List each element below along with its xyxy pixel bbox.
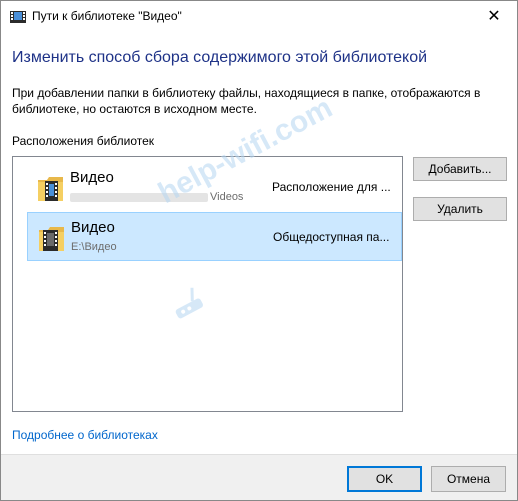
- title-bar[interactable]: Пути к библиотеке "Видео" ✕: [1, 1, 517, 31]
- close-icon: ✕: [487, 8, 501, 25]
- cancel-button[interactable]: Отмена: [431, 466, 506, 492]
- location-name: Видео: [71, 219, 115, 236]
- library-locations-list[interactable]: Видео Videos Расположение для ... Видео …: [12, 156, 403, 412]
- ok-button[interactable]: OK: [347, 466, 422, 492]
- close-button[interactable]: ✕: [471, 1, 517, 31]
- location-path: Videos: [70, 191, 243, 203]
- add-button[interactable]: Добавить...: [413, 157, 507, 181]
- list-item-videos-user[interactable]: Видео Videos Расположение для ...: [27, 163, 402, 212]
- public-video-folder-icon: [39, 227, 64, 251]
- window-title: Пути к библиотеке "Видео": [32, 9, 182, 23]
- locations-label: Расположения библиотек: [12, 134, 155, 148]
- location-status: Общедоступная па...: [273, 230, 390, 244]
- dialog-window: Пути к библиотеке "Видео" ✕ Изменить спо…: [0, 0, 518, 501]
- location-path: E:\Видео: [71, 241, 117, 253]
- video-library-icon: [10, 11, 26, 23]
- location-status: Расположение для ...: [272, 180, 391, 194]
- location-name: Видео: [70, 169, 114, 186]
- remove-button[interactable]: Удалить: [413, 197, 507, 221]
- learn-more-link[interactable]: Подробнее о библиотеках: [12, 428, 158, 442]
- list-item-videos-public[interactable]: Видео E:\Видео Общедоступная па...: [27, 212, 402, 261]
- blurred-path: [70, 192, 208, 202]
- video-folder-icon: [38, 177, 63, 201]
- page-title: Изменить способ сбора содержимого этой б…: [12, 49, 428, 66]
- description-text: При добавлении папки в библиотеку файлы,…: [12, 86, 481, 116]
